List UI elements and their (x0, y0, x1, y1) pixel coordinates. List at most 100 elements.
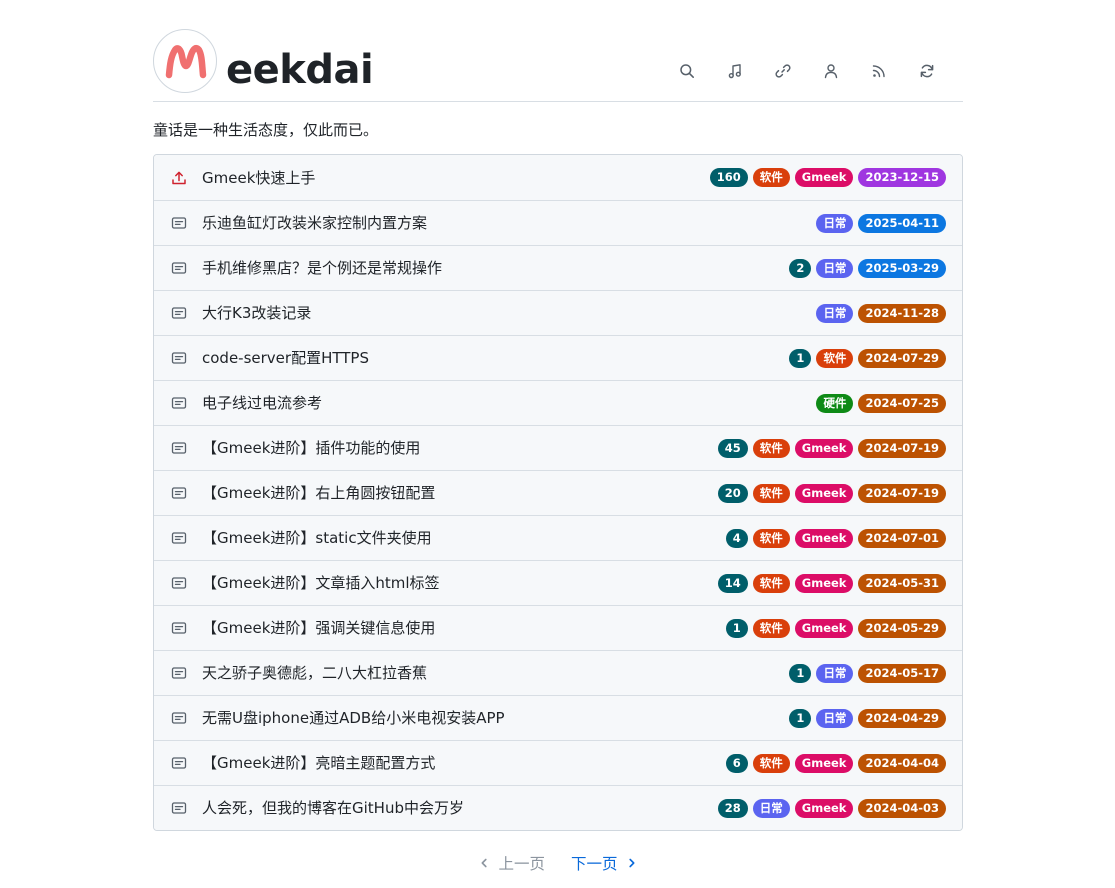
post-row[interactable]: 电子线过电流参考 硬件 2024-07-25 (154, 380, 962, 425)
post-title[interactable]: 无需U盘iphone通过ADB给小米电视安装APP (202, 708, 784, 728)
comment-count-badge[interactable]: 1 (789, 348, 812, 368)
category-label[interactable]: 软件 (816, 348, 854, 368)
music-icon (728, 64, 741, 79)
category-label[interactable]: 硬件 (816, 393, 854, 413)
category-label[interactable]: 日常 (816, 213, 854, 233)
site-title[interactable]: eekdai (226, 42, 374, 98)
post-row[interactable]: 【Gmeek进阶】插件功能的使用 45 软件 Gmeek 2024-07-19 (154, 425, 962, 470)
comment-count-badge[interactable]: 2 (789, 258, 812, 278)
category-label[interactable]: 软件 (752, 438, 790, 458)
post-title[interactable]: 【Gmeek进阶】文章插入html标签 (202, 573, 713, 593)
comment-count-badge[interactable]: 14 (717, 573, 748, 593)
date-badge[interactable]: 2024-11-28 (858, 303, 946, 323)
page: eekdai 童话是一种生活态度，仅此而已。 Gmeek快速上手 160 软件 … (153, 0, 963, 873)
comment-count-badge[interactable]: 45 (717, 438, 748, 458)
post-title[interactable]: 人会死，但我的博客在GitHub中会万岁 (202, 798, 713, 818)
post-title[interactable]: 【Gmeek进阶】右上角圆按钮配置 (202, 483, 713, 503)
date-badge[interactable]: 2024-07-25 (858, 393, 946, 413)
person-icon (824, 64, 838, 79)
post-title[interactable]: 天之骄子奥德彪，二八大杠拉香蕉 (202, 663, 784, 683)
category-label[interactable]: 日常 (816, 303, 854, 323)
category-label[interactable]: 软件 (752, 753, 790, 773)
post-title[interactable]: 乐迪鱼缸灯改装米家控制内置方案 (202, 213, 811, 233)
post-row[interactable]: 【Gmeek进阶】文章插入html标签 14 软件 Gmeek 2024-05-31 (154, 560, 962, 605)
category-label[interactable]: 日常 (816, 258, 854, 278)
post-title[interactable]: 【Gmeek进阶】static文件夹使用 (202, 528, 721, 548)
sync-button[interactable] (903, 58, 951, 84)
date-badge[interactable]: 2024-05-17 (858, 663, 946, 683)
comment-count-badge[interactable]: 20 (717, 483, 748, 503)
date-badge[interactable]: 2024-05-31 (858, 573, 946, 593)
date-badge[interactable]: 2023-12-15 (858, 168, 946, 187)
comment-count-badge[interactable]: 160 (709, 168, 748, 187)
category-label[interactable]: Gmeek (794, 168, 854, 187)
link-button[interactable] (759, 58, 807, 84)
category-label[interactable]: Gmeek (794, 528, 854, 548)
post-row[interactable]: 【Gmeek进阶】强调关键信息使用 1 软件 Gmeek 2024-05-29 (154, 605, 962, 650)
header-icon-bar (663, 58, 951, 84)
post-row[interactable]: 大行K3改装记录 日常 2024-11-28 (154, 290, 962, 335)
next-page-button[interactable]: 下一页 (571, 852, 638, 874)
note-icon (170, 574, 188, 592)
date-badge[interactable]: 2024-04-04 (858, 753, 946, 773)
note-icon (170, 349, 188, 367)
post-row[interactable]: 【Gmeek进阶】亮暗主题配置方式 6 软件 Gmeek 2024-04-04 (154, 740, 962, 785)
comment-count-badge[interactable]: 1 (789, 663, 812, 683)
post-title[interactable]: 手机维修黑店？是个例还是常规操作 (202, 258, 784, 278)
comment-count-badge[interactable]: 1 (725, 618, 748, 638)
post-title[interactable]: Gmeek快速上手 (202, 168, 705, 188)
comment-count-badge[interactable]: 4 (725, 528, 748, 548)
category-label[interactable]: Gmeek (794, 573, 854, 593)
post-row[interactable]: 【Gmeek进阶】右上角圆按钮配置 20 软件 Gmeek 2024-07-19 (154, 470, 962, 515)
post-row[interactable]: 【Gmeek进阶】static文件夹使用 4 软件 Gmeek 2024-07-01 (154, 515, 962, 560)
comment-count-badge[interactable]: 28 (717, 798, 748, 818)
post-title[interactable]: 大行K3改装记录 (202, 303, 811, 323)
category-label[interactable]: Gmeek (794, 798, 854, 818)
prev-page-button[interactable]: 上一页 (478, 852, 545, 874)
post-labels: 日常 2025-04-11 (811, 213, 946, 233)
rss-icon (872, 65, 885, 78)
post-row[interactable]: Gmeek快速上手 160 软件 Gmeek 2023-12-15 (154, 155, 962, 200)
date-badge[interactable]: 2024-07-29 (858, 348, 946, 368)
date-badge[interactable]: 2024-07-19 (858, 483, 946, 503)
post-title[interactable]: 【Gmeek进阶】强调关键信息使用 (202, 618, 721, 638)
category-label[interactable]: Gmeek (794, 483, 854, 503)
category-label[interactable]: Gmeek (794, 753, 854, 773)
category-label[interactable]: 软件 (752, 618, 790, 638)
rss-button[interactable] (855, 58, 903, 84)
comment-count-badge[interactable]: 1 (789, 708, 812, 728)
date-badge[interactable]: 2025-04-11 (858, 213, 946, 233)
category-label[interactable]: 日常 (816, 708, 854, 728)
comment-count-badge[interactable]: 6 (725, 753, 748, 773)
category-label[interactable]: 软件 (752, 483, 790, 503)
post-row[interactable]: 天之骄子奥德彪，二八大杠拉香蕉 1 日常 2024-05-17 (154, 650, 962, 695)
category-label[interactable]: 软件 (752, 168, 790, 187)
date-badge[interactable]: 2024-04-29 (858, 708, 946, 728)
post-row[interactable]: 手机维修黑店？是个例还是常规操作 2 日常 2025-03-29 (154, 245, 962, 290)
note-icon (170, 619, 188, 637)
category-label[interactable]: 软件 (752, 573, 790, 593)
avatar[interactable] (153, 29, 217, 93)
category-label[interactable]: Gmeek (794, 438, 854, 458)
post-title[interactable]: code-server配置HTTPS (202, 348, 784, 368)
post-row[interactable]: 人会死，但我的博客在GitHub中会万岁 28 日常 Gmeek 2024-04-03 (154, 785, 962, 830)
about-button[interactable] (807, 58, 855, 84)
category-label[interactable]: 日常 (816, 663, 854, 683)
music-button[interactable] (711, 58, 759, 84)
date-badge[interactable]: 2024-04-03 (858, 798, 946, 818)
date-badge[interactable]: 2024-05-29 (858, 618, 946, 638)
note-icon (170, 439, 188, 457)
category-label[interactable]: 日常 (752, 798, 790, 818)
post-row[interactable]: code-server配置HTTPS 1 软件 2024-07-29 (154, 335, 962, 380)
post-title[interactable]: 【Gmeek进阶】插件功能的使用 (202, 438, 713, 458)
post-row[interactable]: 无需U盘iphone通过ADB给小米电视安装APP 1 日常 2024-04-29 (154, 695, 962, 740)
post-title[interactable]: 电子线过电流参考 (202, 393, 811, 413)
category-label[interactable]: Gmeek (794, 618, 854, 638)
search-button[interactable] (663, 58, 711, 84)
post-row[interactable]: 乐迪鱼缸灯改装米家控制内置方案 日常 2025-04-11 (154, 200, 962, 245)
date-badge[interactable]: 2024-07-01 (858, 528, 946, 548)
post-title[interactable]: 【Gmeek进阶】亮暗主题配置方式 (202, 753, 721, 773)
category-label[interactable]: 软件 (752, 528, 790, 548)
date-badge[interactable]: 2024-07-19 (858, 438, 946, 458)
date-badge[interactable]: 2025-03-29 (858, 258, 946, 278)
